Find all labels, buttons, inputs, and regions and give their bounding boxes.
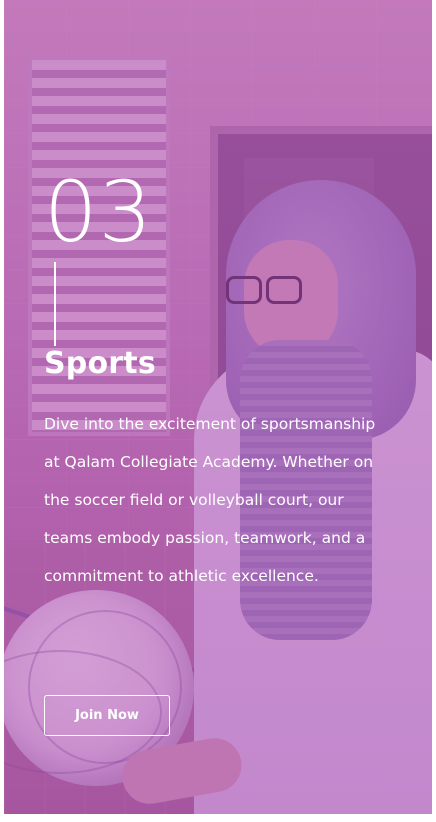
section-number: 03 [44, 163, 153, 261]
section-description: Dive into the excitement of sportsmanshi… [44, 415, 376, 585]
vertical-divider [54, 262, 56, 346]
join-now-button[interactable]: Join Now [44, 695, 170, 736]
card-content: 03 Sports Dive into the excitement of sp… [4, 0, 432, 814]
section-title: Sports [44, 346, 156, 381]
sports-card: 03 Sports Dive into the excitement of sp… [4, 0, 432, 814]
